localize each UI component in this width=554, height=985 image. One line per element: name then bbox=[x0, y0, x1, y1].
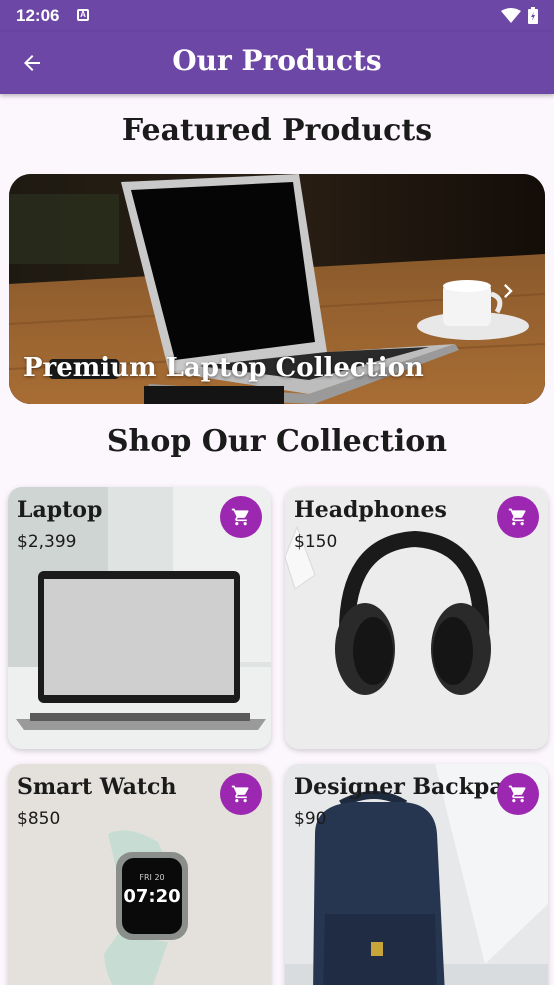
shopping-cart-icon bbox=[508, 508, 526, 526]
add-to-cart-button[interactable] bbox=[497, 773, 539, 815]
featured-carousel[interactable]: Premium Laptop Collection bbox=[9, 174, 545, 404]
slide-caption: Premium Laptop Collection bbox=[23, 353, 424, 383]
notification-icon: A bbox=[77, 9, 89, 21]
add-to-cart-button[interactable] bbox=[220, 773, 262, 815]
app-bar: Our Products bbox=[0, 32, 554, 94]
product-price: $2,399 bbox=[17, 532, 77, 552]
battery-icon bbox=[528, 7, 538, 24]
shopping-cart-icon bbox=[231, 785, 249, 803]
product-card-headphones[interactable]: Headphones $150 bbox=[285, 487, 548, 749]
add-to-cart-button[interactable] bbox=[497, 496, 539, 538]
product-card-laptop[interactable]: Laptop $2,399 bbox=[8, 487, 271, 749]
add-to-cart-button[interactable] bbox=[220, 496, 262, 538]
product-card-designer-backpack[interactable]: Designer Backpack $90 bbox=[285, 764, 548, 985]
product-name: Laptop bbox=[17, 497, 103, 523]
product-price: $90 bbox=[294, 809, 327, 829]
page-title: Our Products bbox=[172, 44, 382, 77]
watch-time: 07:20 bbox=[123, 886, 180, 907]
product-price: $150 bbox=[294, 532, 338, 552]
product-name: Headphones bbox=[294, 497, 447, 523]
watch-day: FRI 20 bbox=[139, 873, 164, 882]
status-time: 12:06 bbox=[16, 6, 60, 25]
product-price: $850 bbox=[17, 809, 61, 829]
shopping-cart-icon bbox=[231, 508, 249, 526]
wifi-icon bbox=[501, 8, 521, 23]
product-name: Smart Watch bbox=[17, 774, 177, 800]
product-card-smart-watch[interactable]: FRI 20 07:20 Smart Watch $850 bbox=[8, 764, 271, 985]
status-bar: 12:06 A bbox=[0, 0, 554, 32]
chevron-right-icon[interactable] bbox=[494, 277, 522, 305]
featured-heading: Featured Products bbox=[121, 113, 433, 148]
collection-heading: Shop Our Collection bbox=[106, 424, 448, 459]
shopping-cart-icon bbox=[508, 785, 526, 803]
